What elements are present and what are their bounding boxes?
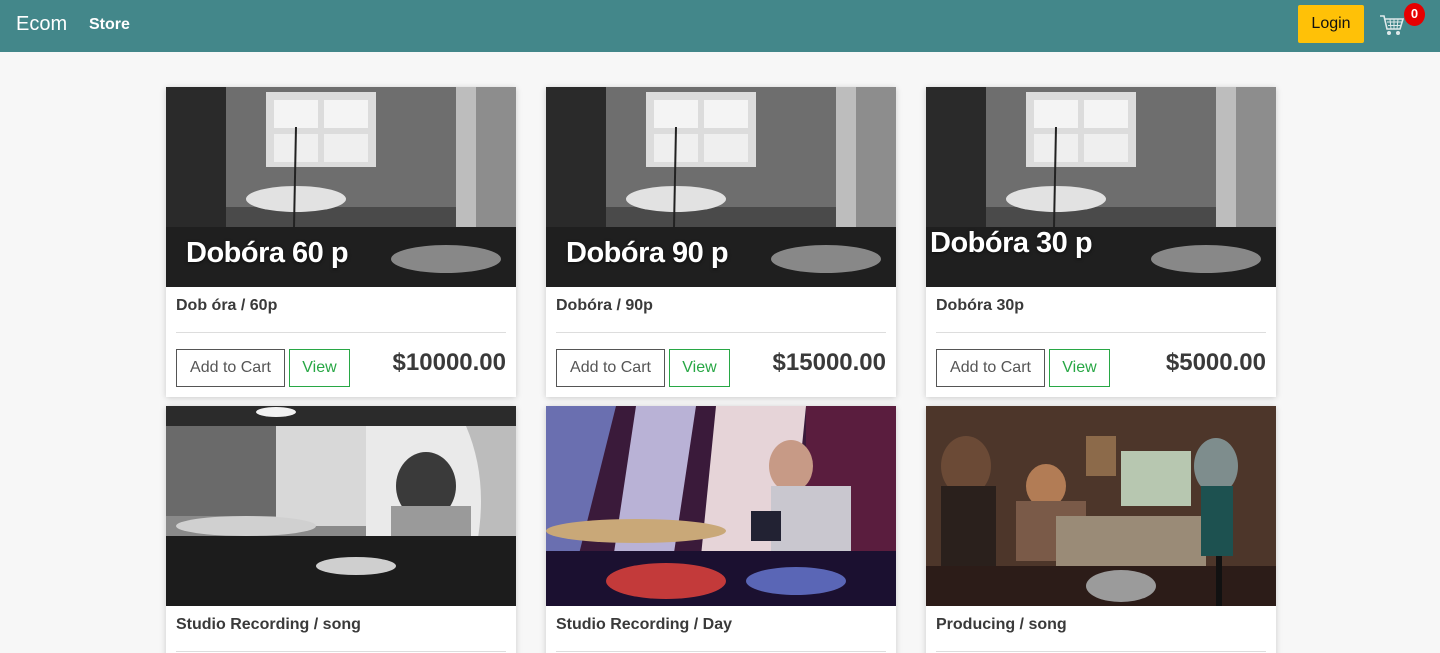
product-image[interactable] bbox=[546, 406, 896, 606]
nav-store-link[interactable]: Store bbox=[89, 16, 130, 34]
cart-icon[interactable] bbox=[1379, 12, 1405, 38]
product-card: Producing / song bbox=[926, 406, 1276, 653]
product-title: Dob óra / 60p bbox=[176, 297, 278, 314]
product-title: Producing / song bbox=[936, 616, 1067, 633]
thumb-caption: Dobóra 90 p bbox=[566, 237, 729, 269]
product-card: Studio Recording / song bbox=[166, 406, 516, 653]
view-button[interactable]: View bbox=[669, 349, 730, 387]
product-image[interactable]: Dobóra 30 p bbox=[926, 87, 1276, 287]
product-card: Dobóra 90 p Dobóra / 90p Add to Cart Vie… bbox=[546, 87, 896, 397]
product-image[interactable]: Dobóra 60 p bbox=[166, 87, 516, 287]
card-divider bbox=[556, 651, 886, 652]
product-card: Studio Recording / Day bbox=[546, 406, 896, 653]
product-title: Dobóra 30p bbox=[936, 297, 1025, 314]
add-to-cart-button[interactable]: Add to Cart bbox=[176, 349, 285, 387]
thumb-caption: Dobóra 30 p bbox=[930, 227, 1093, 259]
top-navbar: Ecom Store Login 0 bbox=[0, 0, 1440, 52]
add-to-cart-button[interactable]: Add to Cart bbox=[936, 349, 1045, 387]
product-price: $5000.00 bbox=[1165, 349, 1266, 376]
product-image[interactable] bbox=[166, 406, 516, 606]
product-card: Dobóra 60 p Dob óra / 60p Add to Cart Vi… bbox=[166, 87, 516, 397]
view-button[interactable]: View bbox=[1049, 349, 1110, 387]
product-image[interactable] bbox=[926, 406, 1276, 606]
card-divider bbox=[936, 332, 1266, 333]
view-button[interactable]: View bbox=[289, 349, 350, 387]
add-to-cart-button[interactable]: Add to Cart bbox=[556, 349, 665, 387]
cart-count-badge: 0 bbox=[1404, 3, 1425, 26]
product-title: Dobóra / 90p bbox=[556, 297, 653, 314]
product-title: Studio Recording / Day bbox=[556, 616, 733, 633]
login-button[interactable]: Login bbox=[1298, 5, 1364, 43]
product-card: Dobóra 30 p Dobóra 30p Add to Cart View … bbox=[926, 87, 1276, 397]
brand-logo[interactable]: Ecom bbox=[16, 13, 67, 36]
thumb-caption: Dobóra 60 p bbox=[186, 237, 349, 269]
card-divider bbox=[176, 651, 506, 652]
card-divider bbox=[556, 332, 886, 333]
product-price: $10000.00 bbox=[392, 349, 506, 376]
card-divider bbox=[936, 651, 1266, 652]
product-price: $15000.00 bbox=[772, 349, 886, 376]
product-title: Studio Recording / song bbox=[176, 616, 361, 633]
card-divider bbox=[176, 332, 506, 333]
product-image[interactable]: Dobóra 90 p bbox=[546, 87, 896, 287]
